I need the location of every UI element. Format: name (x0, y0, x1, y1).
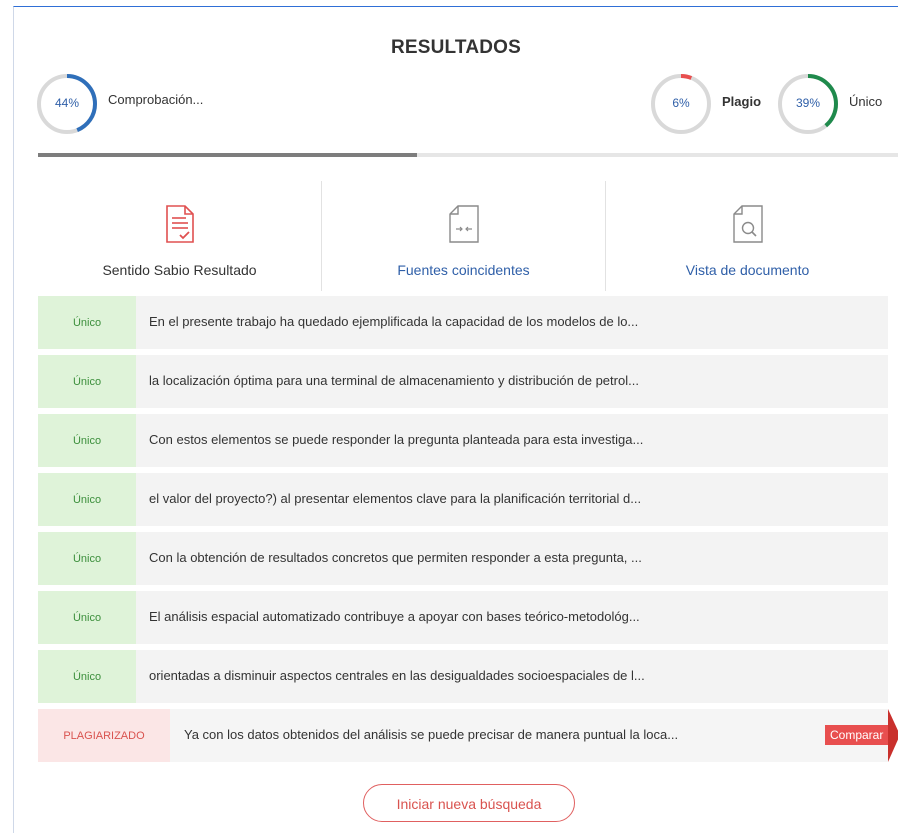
plagio-progress-ring: 6% (650, 73, 712, 135)
page-title: RESULTADOS (390, 37, 522, 58)
tab-vista-de-documento[interactable]: Vista de documento (606, 181, 889, 291)
result-snippet: Ya con los datos obtenidos del análisis … (184, 727, 679, 742)
result-snippet: En el presente trabajo ha quedado ejempl… (149, 314, 639, 329)
result-row[interactable]: Único el valor del proyecto?) al present… (38, 473, 888, 526)
check-progress-fill (38, 153, 417, 157)
tab-fuentes-coincidentes[interactable]: Fuentes coincidentes (322, 181, 605, 291)
results-panel: RESULTADOS 44% Comprobación... 6% Plagio… (13, 6, 898, 833)
tab-label-fuentes-coincidentes: Fuentes coincidentes (397, 262, 530, 278)
result-snippet: la localización óptima para una terminal… (149, 373, 639, 388)
search-document-icon (731, 204, 765, 249)
status-badge: Único (38, 532, 136, 585)
plagiarized-result-row[interactable]: PLAGIARIZADO Ya con los datos obtenidos … (38, 709, 898, 762)
result-tabs: Sentido Sabio Resultado Fuentes coincide… (38, 181, 888, 291)
check-label: Comprobación... (108, 92, 204, 107)
new-search-button[interactable]: Iniciar nueva búsqueda (363, 784, 575, 822)
result-row[interactable]: Único En el presente trabajo ha quedado … (38, 296, 888, 349)
status-badge: Único (38, 414, 136, 467)
compare-arrow-icon (888, 709, 898, 762)
status-badge: Único (38, 355, 136, 408)
result-snippet: orientadas a disminuir aspectos centrale… (149, 668, 645, 683)
plagio-percent: 6% (672, 96, 690, 110)
tab-label-vista-de-documento: Vista de documento (685, 262, 810, 278)
result-snippet: El análisis espacial automatizado contri… (149, 609, 640, 624)
check-percent: 44% (54, 96, 80, 110)
tab-label-sentido-sabio-resultado: Sentido Sabio Resultado (102, 262, 257, 278)
unico-progress-ring: 39% (777, 73, 839, 135)
plagiarized-badge: PLAGIARIZADO (38, 709, 170, 762)
report-icon (164, 204, 196, 249)
result-snippet: el valor del proyecto?) al presentar ele… (149, 491, 642, 506)
tab-sentido-sabio-resultado[interactable]: Sentido Sabio Resultado (38, 181, 321, 291)
results-list: Único En el presente trabajo ha quedado … (38, 296, 898, 768)
status-badge: Único (38, 591, 136, 644)
status-badge: Único (38, 473, 136, 526)
unico-percent: 39% (795, 96, 821, 110)
plagio-label: Plagio (722, 94, 762, 109)
status-badge: Único (38, 650, 136, 703)
result-row[interactable]: Único Con estos elementos se puede respo… (38, 414, 888, 467)
unico-label: Único (849, 94, 883, 109)
check-progress-ring: 44% (36, 73, 98, 135)
status-badge: Único (38, 296, 136, 349)
result-row[interactable]: Único Con la obtención de resultados con… (38, 532, 888, 585)
result-row[interactable]: Único orientadas a disminuir aspectos ce… (38, 650, 888, 703)
result-row[interactable]: Único la localización óptima para una te… (38, 355, 888, 408)
compare-document-icon (447, 204, 481, 249)
result-snippet: Con estos elementos se puede responder l… (149, 432, 644, 447)
result-snippet: Con la obtención de resultados concretos… (149, 550, 642, 565)
check-progress-bar (38, 153, 898, 157)
result-row[interactable]: Único El análisis espacial automatizado … (38, 591, 888, 644)
compare-button[interactable]: Comparar (825, 725, 889, 745)
